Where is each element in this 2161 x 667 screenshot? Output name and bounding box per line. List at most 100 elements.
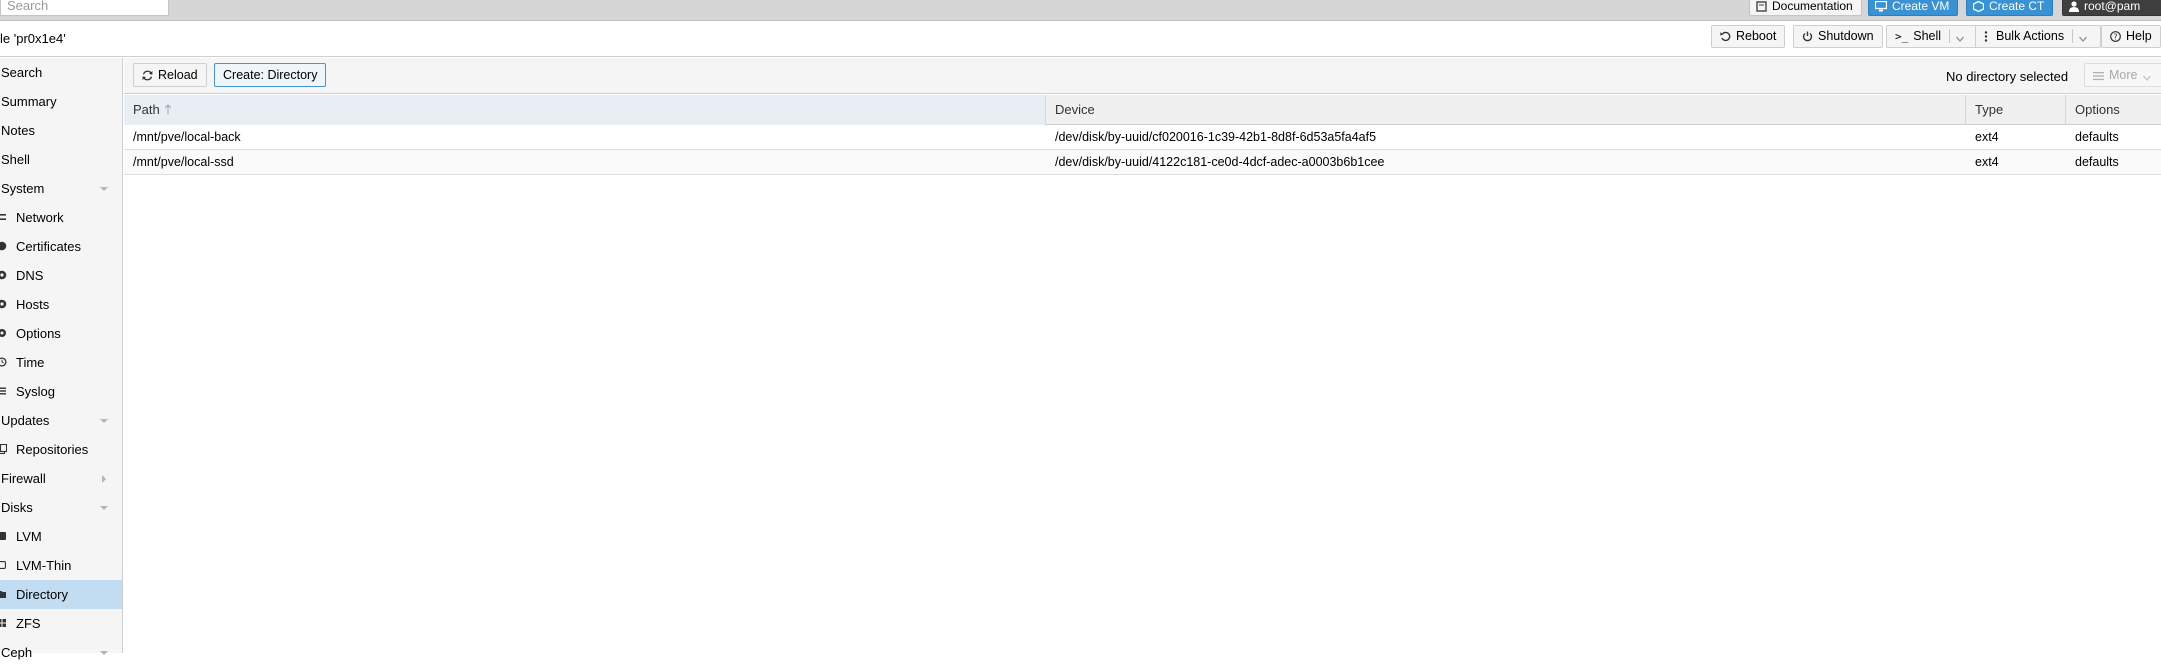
sidebar-item-notes[interactable]: Notes (0, 116, 122, 145)
sidebar-item-directory[interactable]: Directory (0, 580, 122, 609)
desktop-icon (1874, 0, 1888, 12)
documentation-button[interactable]: Documentation (1749, 0, 1862, 16)
more-button[interactable]: More (2084, 63, 2161, 87)
reload-button[interactable]: Reload (133, 63, 207, 87)
column-header-label: Type (1975, 102, 2004, 117)
sidebar-item-label: Shell (1, 152, 30, 167)
sidebar-item-firewall[interactable]: Firewall (0, 464, 122, 493)
column-header-path[interactable]: Path (124, 95, 1046, 125)
chevron-down-icon (1956, 36, 1964, 42)
cell-device: /dev/disk/by-uuid/cf020016-1c39-42b1-8d8… (1055, 130, 1377, 144)
table-row[interactable]: /mnt/pve/local-back /dev/disk/by-uuid/cf… (124, 125, 2161, 150)
table-row[interactable]: /mnt/pve/local-ssd /dev/disk/by-uuid/412… (124, 150, 2161, 175)
caret-down-icon[interactable] (100, 649, 108, 657)
sidebar-item-updates[interactable]: Updates (0, 406, 122, 435)
sidebar-item-time[interactable]: Time (0, 348, 122, 377)
sidebar-item-label: Time (16, 355, 45, 370)
clock-icon (0, 357, 7, 367)
th-large-icon (0, 619, 6, 627)
sidebar-item-shell[interactable]: Shell (0, 145, 122, 174)
bulk-actions-button[interactable]: Bulk Actions (1975, 25, 2102, 48)
sidebar-item-summary[interactable]: Summary (0, 87, 122, 116)
shell-button[interactable]: >_ Shell (1886, 25, 1979, 48)
column-header-device[interactable]: Device (1046, 95, 1966, 125)
reboot-button[interactable]: Reboot (1711, 25, 1786, 48)
files-icon (0, 444, 8, 454)
search-input[interactable]: Search (0, 0, 169, 16)
create-ct-button[interactable]: Create CT (1966, 0, 2054, 16)
sidebar-item-label: Network (16, 210, 64, 225)
cell-path: /mnt/pve/local-back (133, 130, 241, 144)
create-ct-label: Create CT (1989, 0, 2045, 13)
column-header-label: Device (1055, 102, 1095, 117)
column-header-label: Path (133, 102, 160, 117)
panel-toolbar: Reload Create: Directory No directory se… (124, 58, 2161, 94)
sidebar-item-hosts[interactable]: Hosts (0, 290, 122, 319)
sort-ascending-icon (164, 104, 172, 114)
create-directory-label: Create: Directory (223, 68, 318, 82)
caret-down-icon[interactable] (100, 185, 108, 193)
sidebar-item-disks[interactable]: Disks (0, 493, 122, 522)
sidebar-item-lvm-thin[interactable]: LVM-Thin (0, 551, 122, 580)
bars-icon (2093, 72, 2104, 81)
exchange-icon (0, 214, 6, 220)
documentation-label: Documentation (1772, 0, 1853, 13)
gear-icon (0, 329, 6, 337)
more-label: More (2109, 68, 2138, 82)
sidebar-item-network[interactable]: Network (0, 203, 122, 232)
column-header-type[interactable]: Type (1966, 95, 2066, 125)
sidebar-item-options[interactable]: Options (0, 319, 122, 348)
reload-label: Reload (158, 68, 198, 82)
sidebar-item-label: LVM-Thin (16, 558, 72, 573)
sidebar-item-system[interactable]: System (0, 174, 122, 203)
undo-icon (1720, 31, 1731, 42)
directory-panel: Reload Create: Directory No directory se… (124, 58, 2161, 653)
sidebar-item-label: Options (16, 326, 61, 341)
caret-right-icon[interactable] (100, 475, 108, 483)
shutdown-button[interactable]: Shutdown (1793, 25, 1883, 48)
sidebar-item-label: Syslog (16, 384, 56, 399)
sidebar-item-lvm[interactable]: LVM (0, 522, 122, 551)
sidebar-item-label: Repositories (16, 442, 89, 457)
svg-text:?: ? (2113, 32, 2117, 41)
sidebar-item-label: DNS (16, 268, 44, 283)
create-vm-button[interactable]: Create VM (1868, 0, 1959, 16)
sidebar-item-syslog[interactable]: Syslog (0, 377, 122, 406)
sidebar-item-label: ZFS (16, 616, 41, 631)
top-bar: Search Documentation Create VM Create CT… (0, 0, 2161, 21)
sidebar-item-label: Summary (1, 94, 57, 109)
sidebar-item-label: Certificates (16, 239, 82, 254)
sidebar-item-search[interactable]: Search (0, 58, 122, 87)
terminal-icon: >_ (1895, 30, 1909, 43)
cube-icon (1972, 0, 1985, 13)
cell-options: defaults (2075, 155, 2119, 169)
chevron-down-icon (2143, 75, 2152, 81)
sidebar-item-zfs[interactable]: ZFS (0, 609, 122, 638)
refresh-icon (142, 70, 153, 81)
book-icon (1756, 1, 1767, 12)
user-menu-button[interactable]: root@pam (2062, 0, 2161, 16)
sidebar-item-label: LVM (16, 529, 42, 544)
selection-status: No directory selected (1946, 69, 2069, 84)
power-off-icon (1802, 31, 1813, 42)
help-button[interactable]: ? Help (2101, 25, 2161, 48)
folder-icon (0, 591, 6, 598)
sidebar-item-certificates[interactable]: Certificates (0, 232, 122, 261)
sidebar-item-repositories[interactable]: Repositories (0, 435, 122, 464)
create-vm-label: Create VM (1892, 0, 1950, 13)
cell-path: /mnt/pve/local-ssd (133, 155, 234, 169)
caret-down-icon[interactable] (100, 504, 108, 512)
user-label: root@pam (2084, 0, 2141, 13)
user-icon (2069, 1, 2079, 12)
create-directory-button[interactable]: Create: Directory (214, 63, 327, 87)
sidebar-item-label: Notes (1, 123, 35, 138)
cell-options: defaults (2075, 130, 2119, 144)
certificate-icon (0, 241, 7, 251)
column-header-options[interactable]: Options (2066, 95, 2161, 125)
sidebar-item-dns[interactable]: DNS (0, 261, 122, 290)
title-bar: le 'pr0x1e4' Reboot Shutdown >_ Shell Bul… (0, 21, 2161, 57)
sidebar-item-label: System (1, 181, 45, 196)
sidebar-item-label: Search (1, 65, 43, 80)
caret-down-icon[interactable] (100, 417, 108, 425)
cell-type: ext4 (1975, 130, 1999, 144)
